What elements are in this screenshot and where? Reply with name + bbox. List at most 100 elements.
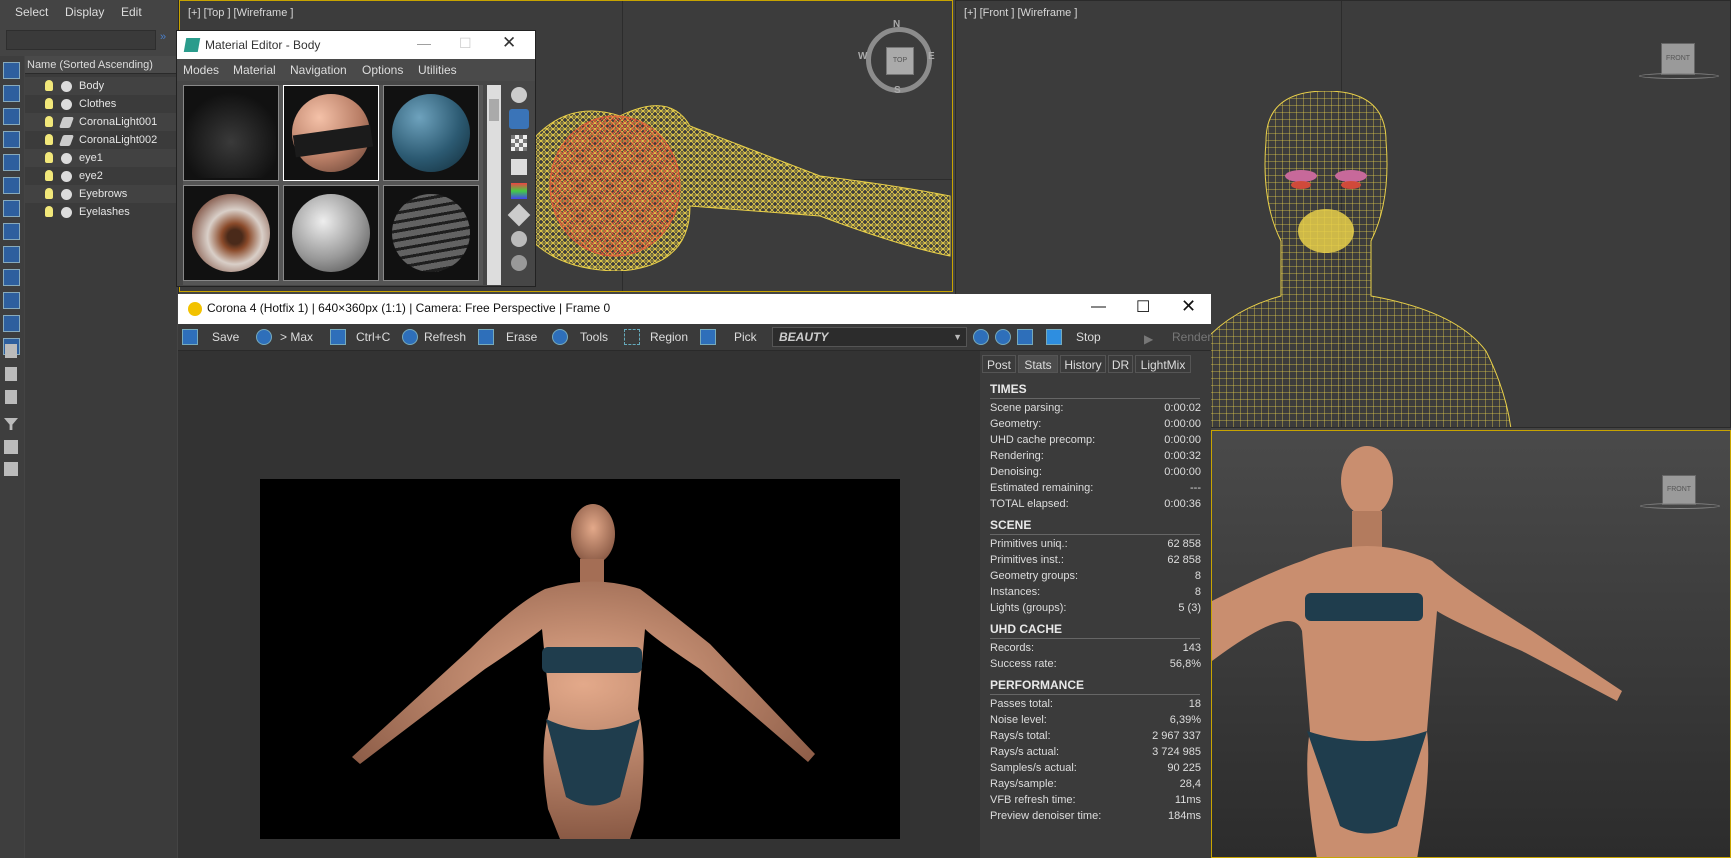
- tab-dr[interactable]: DR: [1108, 355, 1133, 373]
- lightbulb-icon[interactable]: [45, 134, 53, 145]
- list-item[interactable]: Clothes: [25, 95, 177, 113]
- display-groups-icon[interactable]: [3, 223, 20, 240]
- uv-tiling-icon[interactable]: [511, 159, 527, 175]
- perspective-viewport[interactable]: FRONT: [1211, 430, 1731, 858]
- maximize-icon[interactable]: ☐: [459, 35, 472, 52]
- render-pass-select[interactable]: BEAUTY ▼: [772, 327, 967, 347]
- lightbulb-icon[interactable]: [45, 152, 53, 163]
- video-color-check-icon[interactable]: [511, 183, 527, 199]
- copy-button[interactable]: Ctrl+C: [330, 328, 398, 346]
- list-item[interactable]: Eyebrows: [25, 185, 177, 203]
- list-item[interactable]: CoronaLight002: [25, 131, 177, 149]
- list-item[interactable]: eye2: [25, 167, 177, 185]
- filter-options-icon[interactable]: [4, 440, 18, 454]
- explorer-search-input[interactable]: [6, 30, 156, 50]
- material-editor-titlebar[interactable]: Material Editor - Body — ☐ ✕: [177, 31, 535, 59]
- region-button[interactable]: Region: [624, 328, 696, 346]
- select-invert-icon[interactable]: [5, 390, 17, 404]
- viewcube-top-face[interactable]: TOP: [886, 47, 914, 75]
- make-preview-icon[interactable]: [507, 203, 531, 227]
- tab-stats[interactable]: Stats: [1018, 355, 1058, 373]
- list-column-header[interactable]: Name (Sorted Ascending): [25, 56, 177, 74]
- backlight-icon[interactable]: [509, 109, 529, 129]
- menu-options[interactable]: Options: [362, 63, 403, 77]
- close-icon[interactable]: ✕: [502, 33, 516, 53]
- close-icon[interactable]: ✕: [1181, 296, 1196, 317]
- tab-history[interactable]: History: [1060, 355, 1106, 373]
- menu-utilities[interactable]: Utilities: [418, 63, 457, 77]
- background-icon[interactable]: [511, 135, 527, 151]
- stop-button[interactable]: Stop: [1046, 328, 1112, 346]
- options-icon[interactable]: [511, 231, 527, 247]
- list-item[interactable]: eye1: [25, 149, 177, 167]
- display-bones-icon[interactable]: [3, 269, 20, 286]
- sample-type-icon[interactable]: [511, 87, 527, 103]
- tools-button[interactable]: Tools: [552, 328, 616, 346]
- viewport-label-top[interactable]: [+] [Top ] [Wireframe ]: [188, 7, 293, 19]
- material-slot[interactable]: [383, 185, 479, 281]
- menu-material[interactable]: Material: [233, 63, 276, 77]
- viewport-label-front[interactable]: [+] [Front ] [Wireframe ]: [964, 7, 1077, 19]
- material-slot-active[interactable]: [283, 85, 379, 181]
- stat-label: Rendering:: [990, 450, 1044, 462]
- vfb-titlebar[interactable]: Corona 4 (Hotfix 1) | 640×360px (1:1) | …: [178, 294, 1211, 324]
- lightbulb-icon[interactable]: [45, 170, 53, 181]
- filter-icon[interactable]: [4, 418, 18, 430]
- select-by-material-icon[interactable]: [511, 255, 527, 271]
- erase-button[interactable]: Erase: [478, 328, 540, 346]
- display-frozen-icon[interactable]: [3, 315, 20, 332]
- display-shapes-icon[interactable]: [3, 108, 20, 125]
- lightbulb-icon[interactable]: [45, 206, 53, 217]
- material-slot[interactable]: [383, 85, 479, 181]
- render-canvas-area[interactable]: [178, 351, 978, 858]
- lightbulb-icon[interactable]: [45, 98, 53, 109]
- to-max-button[interactable]: > Max: [256, 328, 326, 346]
- lightbulb-icon[interactable]: [45, 116, 53, 127]
- viewcube-ring: [1639, 73, 1719, 79]
- display-none-icon[interactable]: [3, 62, 20, 79]
- stats-section-divider: [990, 694, 1200, 695]
- lightbulb-icon[interactable]: [45, 188, 53, 199]
- menu-display[interactable]: Display: [65, 5, 104, 19]
- display-xrefs-icon[interactable]: [3, 246, 20, 263]
- scrollbar-thumb[interactable]: [489, 99, 499, 121]
- tab-lightmix[interactable]: LightMix: [1135, 355, 1191, 373]
- list-item[interactable]: Body: [25, 77, 177, 95]
- display-cameras-icon[interactable]: [3, 154, 20, 171]
- zoom-out-button[interactable]: [995, 328, 1013, 346]
- viewcube-front[interactable]: FRONT: [1661, 43, 1695, 75]
- material-slot[interactable]: [283, 185, 379, 281]
- refresh-button[interactable]: Refresh: [402, 328, 474, 346]
- minimize-icon[interactable]: —: [1091, 298, 1106, 315]
- display-lights-icon[interactable]: [3, 131, 20, 148]
- menu-edit[interactable]: Edit: [121, 5, 142, 19]
- stat-label: VFB refresh time:: [990, 794, 1076, 806]
- render-button[interactable]: ▶ Render: [1142, 328, 1211, 346]
- save-button[interactable]: Save: [182, 328, 252, 346]
- explorer-object-list: Name (Sorted Ascending) Body Clothes Cor…: [25, 56, 177, 858]
- select-all-icon[interactable]: [5, 344, 17, 358]
- menu-navigation[interactable]: Navigation: [290, 63, 347, 77]
- maximize-icon[interactable]: ☐: [1136, 297, 1150, 317]
- menu-modes[interactable]: Modes: [183, 63, 219, 77]
- pick-button[interactable]: Pick: [700, 328, 760, 346]
- menu-select[interactable]: Select: [15, 5, 48, 19]
- list-item[interactable]: Eyelashes: [25, 203, 177, 221]
- minimize-icon[interactable]: —: [417, 35, 431, 51]
- material-slot-scrollbar[interactable]: [487, 85, 501, 285]
- list-item[interactable]: CoronaLight001: [25, 113, 177, 131]
- material-slot[interactable]: [183, 85, 279, 181]
- zoom-in-button[interactable]: [973, 328, 991, 346]
- display-geometry-icon[interactable]: [3, 85, 20, 102]
- display-containers-icon[interactable]: [3, 292, 20, 309]
- zoom-fit-button[interactable]: [1017, 328, 1035, 346]
- display-helpers-icon[interactable]: [3, 177, 20, 194]
- layer-icon[interactable]: [4, 462, 18, 476]
- display-spacewarps-icon[interactable]: [3, 200, 20, 217]
- lightbulb-icon[interactable]: [45, 80, 53, 91]
- select-none-icon[interactable]: [5, 367, 17, 381]
- material-slot[interactable]: [183, 185, 279, 281]
- expand-arrows-icon[interactable]: »: [160, 31, 166, 43]
- viewcube-compass[interactable]: TOP N S W E: [858, 19, 935, 96]
- tab-post[interactable]: Post: [982, 355, 1016, 373]
